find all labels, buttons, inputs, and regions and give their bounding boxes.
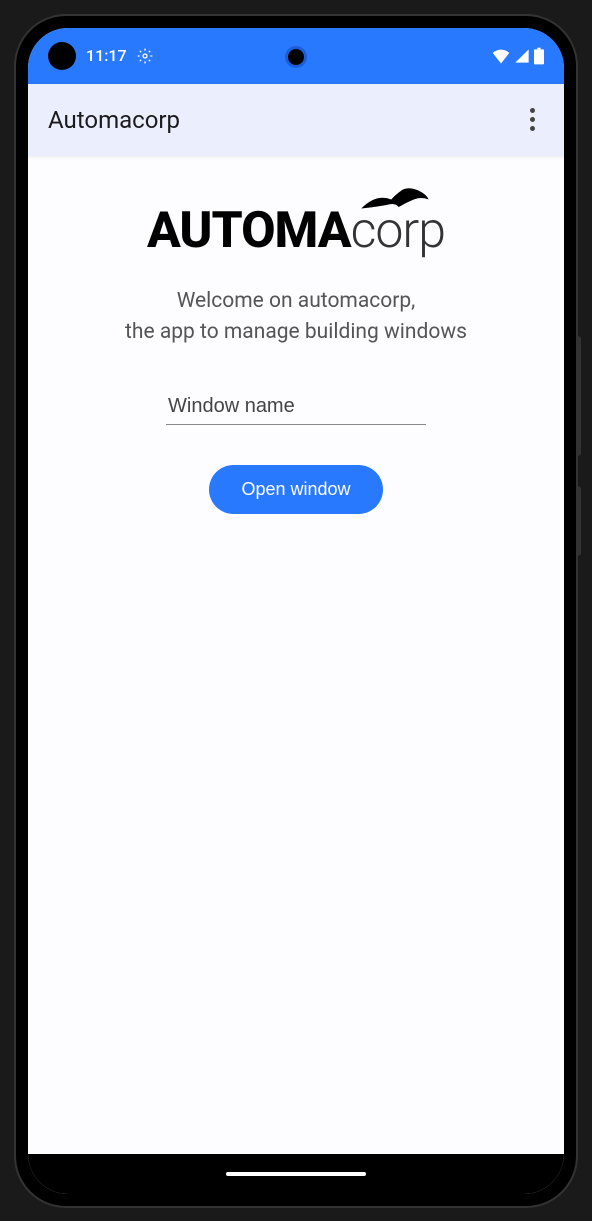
navigation-bar [28,1154,564,1194]
welcome-line-1: Welcome on automacorp, [125,286,467,318]
status-left: 11:17 [48,42,153,70]
nav-handle[interactable] [226,1172,366,1176]
gear-icon [137,48,153,64]
signal-icon [514,48,530,64]
volume-buttons [576,336,581,456]
wifi-icon [492,48,510,64]
power-button [576,486,581,556]
camera-notch [285,46,307,68]
bird-icon [355,186,435,216]
overflow-menu-icon[interactable] [520,108,544,132]
phone-frame: 11:17 Automacorp [16,16,576,1206]
status-right [492,47,544,65]
welcome-line-2: the app to manage building windows [125,317,467,349]
logo-bold-text: AUTOMA [147,202,351,260]
main-content: AUTOMAcorp Welcome on automacorp, the ap… [28,156,564,514]
screen: 11:17 Automacorp [28,28,564,1194]
app-bar: Automacorp [28,84,564,156]
battery-icon [534,47,544,65]
avatar-circle [48,42,76,70]
app-title: Automacorp [48,106,180,134]
window-name-input[interactable] [166,389,426,425]
open-window-button[interactable]: Open window [209,465,382,514]
app-logo: AUTOMAcorp [147,206,445,256]
input-wrapper [166,389,426,425]
welcome-text: Welcome on automacorp, the app to manage… [125,286,467,349]
status-time: 11:17 [86,46,127,65]
